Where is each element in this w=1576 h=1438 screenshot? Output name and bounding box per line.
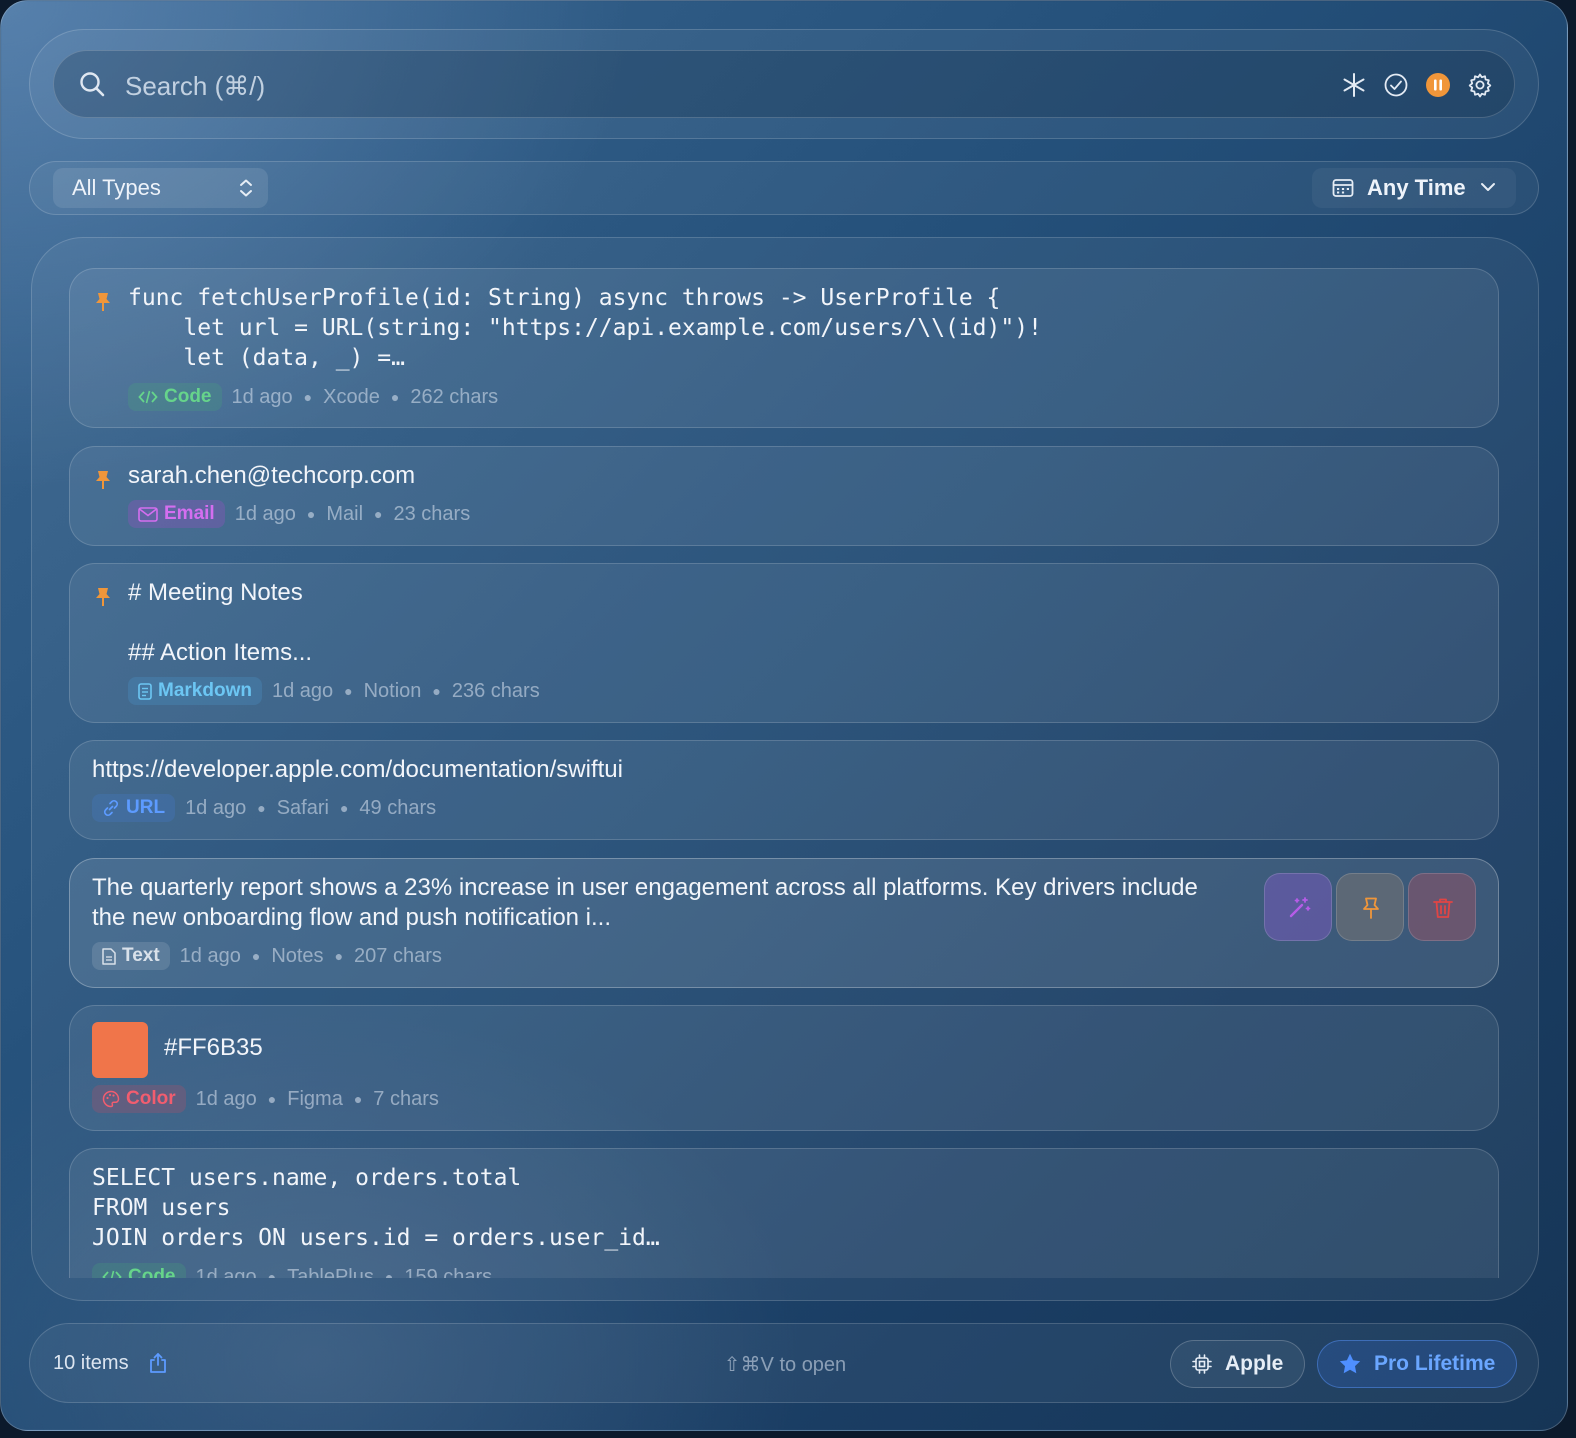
type-badge-code: Code <box>92 1263 186 1278</box>
type-badge-email: Email <box>128 500 225 528</box>
item-chars: 159 chars <box>404 1265 493 1279</box>
item-app: Mail <box>326 502 364 525</box>
item-meta: Color 1d ago ● Figma ● 7 chars <box>92 1085 439 1113</box>
item-meta: Code 1d ago ● TablePlus ● 159 chars <box>92 1263 492 1278</box>
item-content: sarah.chen@techcorp.com <box>128 462 416 489</box>
item-time: 1d ago <box>179 944 241 967</box>
item-chars: 7 chars <box>373 1087 439 1110</box>
search-icon <box>80 72 105 97</box>
clipboard-item-code[interactable]: func fetchUserProfile(id: String) async … <box>69 268 1499 428</box>
type-badge-url: URL <box>92 794 176 822</box>
item-content: #FF6B35 <box>164 1034 263 1061</box>
item-app: Safari <box>276 796 329 819</box>
updown-chevron-icon <box>240 179 252 197</box>
type-badge-text: Text <box>92 942 170 970</box>
item-time: 1d ago <box>195 1265 257 1279</box>
trash-icon <box>1433 898 1453 918</box>
code-brackets-icon <box>138 390 158 404</box>
document-icon <box>102 947 116 965</box>
pro-label: Pro Lifetime <box>1374 1352 1496 1375</box>
item-chars: 262 chars <box>410 385 499 408</box>
delete-item-button[interactable] <box>1408 873 1476 941</box>
pause-icon[interactable] <box>1425 72 1451 98</box>
item-time: 1d ago <box>231 385 293 408</box>
type-filter-select[interactable]: All Types <box>53 168 268 208</box>
magic-transform-button[interactable] <box>1264 873 1332 941</box>
cpu-chip-icon <box>1192 1354 1212 1374</box>
item-chars: 23 chars <box>393 502 471 525</box>
star-icon <box>1339 1353 1361 1374</box>
item-app: Notes <box>271 944 324 967</box>
pin-icon <box>1363 897 1379 919</box>
calendar-icon <box>1332 179 1354 197</box>
clipboard-item-text[interactable]: The quarterly report shows a 23% increas… <box>69 858 1499 988</box>
time-filter-label: Any Time <box>1367 175 1466 200</box>
item-time: 1d ago <box>234 502 296 525</box>
item-chars: 236 chars <box>451 679 540 702</box>
item-content-line1: # Meeting Notes <box>128 579 303 606</box>
gear-icon[interactable] <box>1467 72 1493 98</box>
item-meta: Markdown 1d ago ● Notion ● 236 chars <box>128 677 540 705</box>
envelope-icon <box>138 506 158 522</box>
clipboard-item-code[interactable]: SELECT users.name, orders.total FROM use… <box>69 1148 1499 1278</box>
clipboard-window: All Types Any Time func fetchUserProfile… <box>0 0 1568 1431</box>
item-time: 1d ago <box>271 679 334 702</box>
code-brackets-icon <box>102 1270 122 1278</box>
type-badge-code: Code <box>128 383 222 411</box>
clipboard-item-color[interactable]: #FF6B35 Color 1d ago ● Figma ● 7 chars <box>69 1005 1499 1131</box>
pin-icon <box>96 293 110 311</box>
item-content-line2: ## Action Items... <box>128 639 313 666</box>
clipboard-item-markdown[interactable]: # Meeting Notes ## Action Items... Markd… <box>69 563 1499 723</box>
item-chars: 49 chars <box>359 796 437 819</box>
palette-icon <box>102 1090 120 1108</box>
item-app: Figma <box>287 1087 343 1110</box>
item-time: 1d ago <box>185 796 247 819</box>
checkmark-circle-icon[interactable] <box>1383 72 1409 98</box>
color-swatch <box>92 1022 148 1078</box>
clipboard-item-url[interactable]: https://developer.apple.com/documentatio… <box>69 740 1499 840</box>
clipboard-item-email[interactable]: sarah.chen@techcorp.com Email 1d ago ● Ma… <box>69 446 1499 546</box>
item-meta: URL 1d ago ● Safari ● 49 chars <box>92 794 436 822</box>
item-content: https://developer.apple.com/documentatio… <box>92 756 623 783</box>
search-input[interactable] <box>123 67 1317 105</box>
type-filter-label: All Types <box>72 175 161 200</box>
item-meta: Text 1d ago ● Notes ● 207 chars <box>92 942 442 970</box>
asterisk-icon[interactable] <box>1341 72 1367 98</box>
pro-lifetime-button[interactable]: Pro Lifetime <box>1317 1340 1517 1388</box>
magic-wand-icon <box>1289 897 1311 918</box>
item-time: 1d ago <box>195 1087 257 1110</box>
item-app: Xcode <box>323 385 380 408</box>
time-filter-select[interactable]: Any Time <box>1312 168 1516 208</box>
item-meta: Email 1d ago ● Mail ● 23 chars <box>128 500 470 528</box>
link-icon <box>103 799 119 817</box>
item-meta: Code 1d ago ● Xcode ● 262 chars <box>128 383 498 411</box>
clipboard-list[interactable]: func fetchUserProfile(id: String) async … <box>31 237 1539 1278</box>
apple-label: Apple <box>1225 1352 1284 1375</box>
item-content: func fetchUserProfile(id: String) async … <box>128 285 1042 371</box>
type-badge-markdown: Markdown <box>128 677 262 705</box>
pin-icon <box>96 588 110 606</box>
item-app: Notion <box>363 679 422 702</box>
document-icon <box>138 682 152 700</box>
item-content: The quarterly report shows a 23% increas… <box>92 874 1198 931</box>
pin-item-button[interactable] <box>1336 873 1404 941</box>
type-badge-color: Color <box>92 1085 186 1113</box>
item-app: TablePlus <box>287 1265 374 1279</box>
chevron-down-icon <box>1481 183 1495 191</box>
item-content: SELECT users.name, orders.total FROM use… <box>92 1165 660 1251</box>
item-chars: 207 chars <box>354 944 442 967</box>
apple-model-button[interactable]: Apple <box>1170 1340 1305 1388</box>
pin-icon <box>96 471 110 489</box>
